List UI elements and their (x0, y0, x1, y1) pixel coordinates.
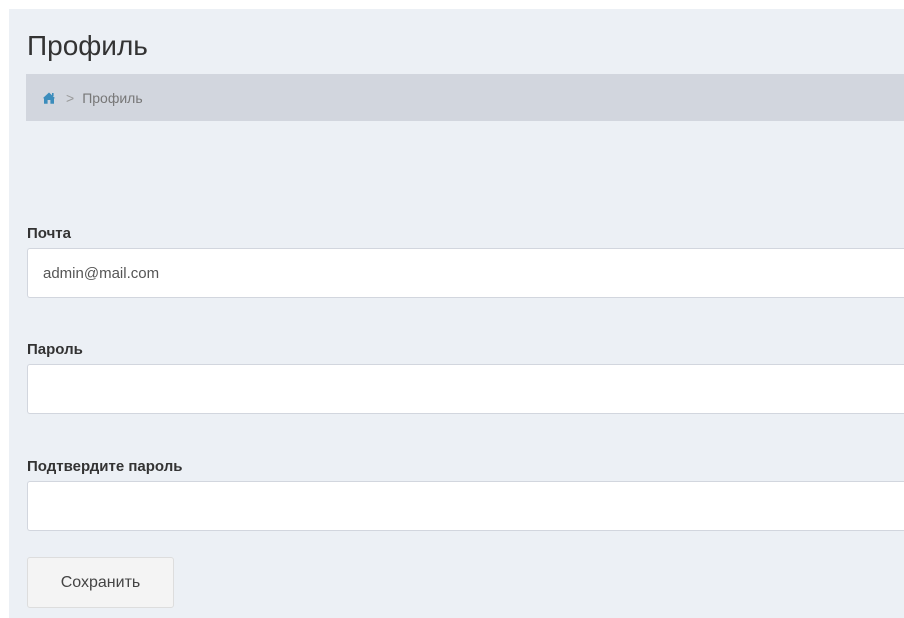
breadcrumb: > Профиль (26, 74, 904, 121)
save-button[interactable]: Сохранить (27, 557, 174, 608)
content-wrapper: Профиль > Профиль Почта Пароль Подтверди… (9, 9, 904, 618)
email-field[interactable] (27, 248, 904, 298)
breadcrumb-current: Профиль (82, 89, 143, 106)
confirm-password-label: Подтвердите пароль (27, 458, 183, 475)
home-icon[interactable] (42, 91, 56, 105)
email-label: Почта (27, 225, 71, 242)
breadcrumb-separator: > (66, 89, 75, 106)
password-field[interactable] (27, 364, 904, 414)
password-label: Пароль (27, 341, 83, 358)
page-title: Профиль (27, 30, 148, 61)
confirm-password-field[interactable] (27, 481, 904, 531)
